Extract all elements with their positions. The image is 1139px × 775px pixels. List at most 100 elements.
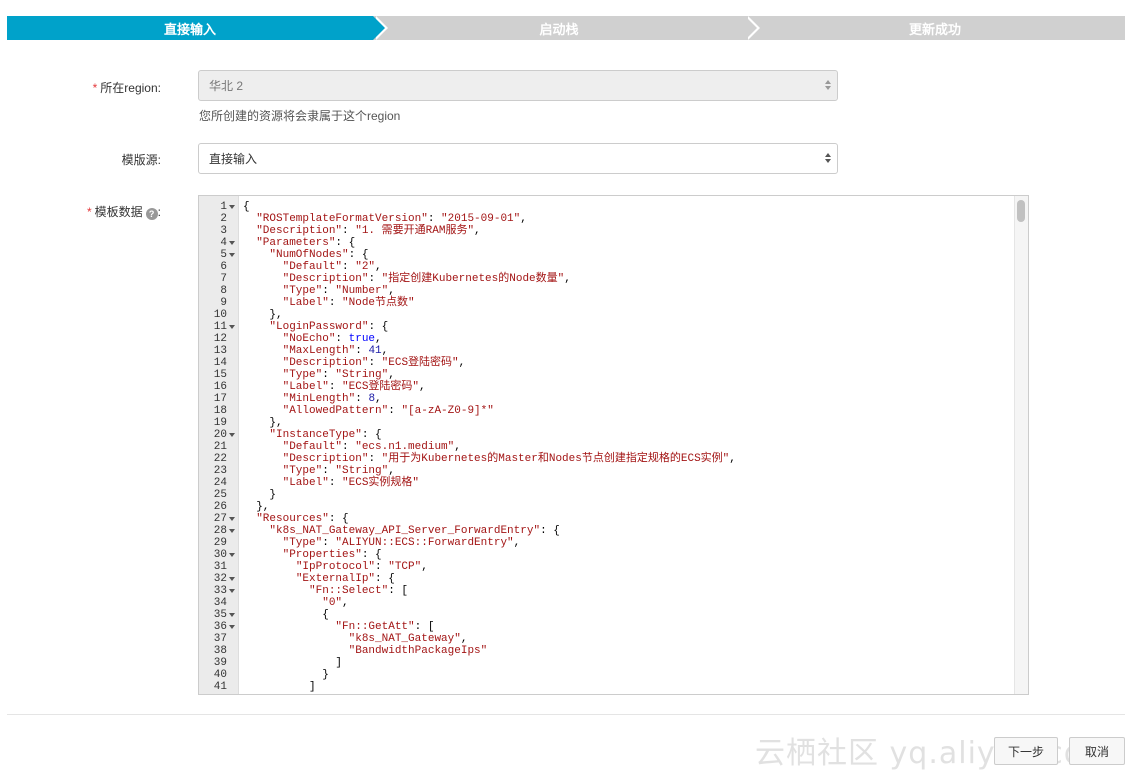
- line-number: 25: [213, 489, 227, 501]
- line-number: 30: [213, 549, 227, 561]
- editor-scrollbar[interactable]: [1014, 196, 1028, 694]
- step-update-success: 更新成功: [745, 16, 1125, 40]
- code-line: 41 ]: [199, 681, 1014, 693]
- line-number: 15: [213, 369, 227, 381]
- step-label: 更新成功: [908, 21, 961, 37]
- fold-toggle-icon[interactable]: [229, 613, 235, 617]
- line-number: 37: [213, 633, 227, 645]
- line-number: 27: [213, 513, 227, 525]
- line-number: 11: [213, 321, 227, 333]
- next-step-button[interactable]: 下一步: [994, 737, 1058, 765]
- code-text: "k8s_NAT_Gateway",: [348, 633, 468, 645]
- code-line: 23 "Type": "String",: [199, 465, 1014, 477]
- code-text: "Description": "指定创建Kubernetes的Node数量",: [282, 273, 571, 285]
- code-text: },: [243, 309, 283, 321]
- code-text: "BandwidthPackageIps": [348, 645, 488, 657]
- fold-toggle-icon[interactable]: [229, 589, 235, 593]
- fold-toggle-icon[interactable]: [229, 529, 235, 533]
- fold-toggle-icon[interactable]: [229, 205, 235, 209]
- code-line: 9 "Label": "Node节点数": [199, 297, 1014, 309]
- code-line: 17 "MinLength": 8,: [199, 393, 1014, 405]
- line-number: 3: [220, 225, 227, 237]
- line-number: 26: [213, 501, 227, 513]
- fold-toggle-icon[interactable]: [229, 517, 235, 521]
- line-number: 39: [213, 657, 227, 669]
- code-text: "Description": "ECS登陆密码",: [282, 357, 466, 369]
- code-line: 26 },: [199, 501, 1014, 513]
- progress-stepper: 直接输入 启动栈 更新成功: [7, 16, 1125, 40]
- code-line: 22 "Description": "用于为Kubernetes的Master和…: [199, 453, 1014, 465]
- code-line: 36 "Fn::GetAtt": [: [199, 621, 1014, 633]
- code-line: 32 "ExternalIp": {: [199, 573, 1014, 585]
- code-text: }: [243, 669, 329, 681]
- line-number: 32: [213, 573, 227, 585]
- fold-toggle-icon[interactable]: [229, 241, 235, 245]
- line-number: 20: [213, 429, 227, 441]
- code-text: "0",: [322, 597, 349, 609]
- code-line: 2 "ROSTemplateFormatVersion": "2015-09-0…: [199, 213, 1014, 225]
- code-line: 20 "InstanceType": {: [199, 429, 1014, 441]
- step-label: 直接输入: [163, 21, 216, 37]
- fold-toggle-icon[interactable]: [229, 553, 235, 557]
- line-number: 14: [213, 357, 227, 369]
- line-number: 19: [213, 417, 227, 429]
- fold-toggle-icon[interactable]: [229, 253, 235, 257]
- editor-lines: 1{2 "ROSTemplateFormatVersion": "2015-09…: [199, 201, 1014, 693]
- code-text: "ExternalIp": {: [295, 573, 395, 585]
- template-source-value: 直接输入: [209, 152, 258, 166]
- code-line: 24 "Label": "ECS实例规格": [199, 477, 1014, 489]
- code-text: {: [243, 609, 329, 621]
- code-text: ]: [243, 657, 343, 669]
- code-text: "k8s_NAT_Gateway_API_Server_ForwardEntry…: [269, 525, 560, 537]
- line-number: 22: [213, 453, 227, 465]
- template-data-label-text: 模板数据: [94, 205, 143, 219]
- fold-toggle-icon[interactable]: [229, 625, 235, 629]
- line-number: 4: [220, 237, 227, 249]
- code-text: "Label": "Node节点数": [282, 297, 415, 309]
- watermark: 云栖社区 yq.aliyun.com: [755, 736, 1114, 771]
- code-line: 10 },: [199, 309, 1014, 321]
- cancel-button[interactable]: 取消: [1069, 737, 1125, 765]
- select-caret-icon: [825, 80, 831, 90]
- region-select[interactable]: 华北 2: [198, 70, 838, 101]
- code-line: 28 "k8s_NAT_Gateway_API_Server_ForwardEn…: [199, 525, 1014, 537]
- code-text: "InstanceType": {: [269, 429, 382, 441]
- line-number: 40: [213, 669, 227, 681]
- code-text: "Properties": {: [282, 549, 382, 561]
- code-line: 14 "Description": "ECS登陆密码",: [199, 357, 1014, 369]
- line-number: 36: [213, 621, 227, 633]
- scrollbar-thumb[interactable]: [1017, 200, 1025, 222]
- line-number: 24: [213, 477, 227, 489]
- region-select-value: 华北 2: [209, 79, 244, 93]
- template-code-editor[interactable]: 1{2 "ROSTemplateFormatVersion": "2015-09…: [198, 195, 1029, 695]
- line-number: 6: [220, 261, 227, 273]
- code-line: 34 "0",: [199, 597, 1014, 609]
- code-line: 1{: [199, 201, 1014, 213]
- code-text: "Default": "2",: [282, 261, 382, 273]
- code-line: 7 "Description": "指定创建Kubernetes的Node数量"…: [199, 273, 1014, 285]
- step-label: 启动栈: [539, 21, 579, 37]
- code-text: "Fn::Select": [: [309, 585, 409, 597]
- template-data-label-suffix: :: [157, 205, 161, 219]
- code-text: "Fn::GetAtt": [: [335, 621, 435, 633]
- code-text: },: [243, 501, 270, 513]
- code-line: 15 "Type": "String",: [199, 369, 1014, 381]
- code-line: 4 "Parameters": {: [199, 237, 1014, 249]
- fold-toggle-icon[interactable]: [229, 325, 235, 329]
- fold-toggle-icon[interactable]: [229, 433, 235, 437]
- line-number: 23: [213, 465, 227, 477]
- help-icon[interactable]: ?: [145, 208, 158, 220]
- region-hint: 您所创建的资源将会隶属于这个region: [199, 109, 401, 123]
- fold-toggle-icon[interactable]: [229, 577, 235, 581]
- code-text: "Label": "ECS登陆密码",: [282, 381, 426, 393]
- code-line: 30 "Properties": {: [199, 549, 1014, 561]
- code-text: "Default": "ecs.n1.medium",: [282, 441, 461, 453]
- code-text: "AllowedPattern": "[a-zA-Z0-9]*": [282, 405, 494, 417]
- line-number: 33: [213, 585, 227, 597]
- line-number: 18: [213, 405, 227, 417]
- template-source-select[interactable]: 直接输入: [198, 143, 838, 174]
- code-text: "LoginPassword": {: [269, 321, 389, 333]
- code-line: 39 ]: [199, 657, 1014, 669]
- step-launch-stack: 启动栈: [373, 16, 760, 40]
- code-text: "Type": "String",: [282, 369, 395, 381]
